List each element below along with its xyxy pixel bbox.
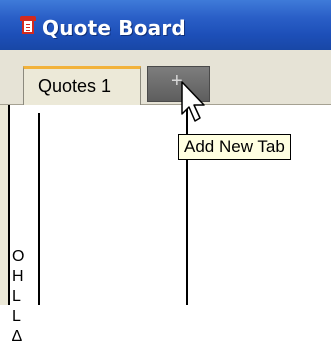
column-divider [38,113,40,305]
vertical-text: O H L L ∆ [12,247,34,347]
tab-quotes-1[interactable]: Quotes 1 [23,66,141,106]
vertical-letter: O [12,248,25,265]
vertical-letter: L [12,308,21,325]
tab-label: Quotes 1 [38,76,112,96]
vertical-letter: H [12,268,24,285]
add-tab-tooltip: Add New Tab [178,134,291,160]
mouse-pointer-icon [181,81,205,122]
window-title: Quote Board [42,16,186,40]
title-bar[interactable]: Quote Board [0,0,331,50]
notepad-icon[interactable] [20,16,36,34]
vertical-letter: L [12,288,21,305]
quote-board-window: Quote Board Quotes 1 + O H L L ∆ Add New… [0,0,331,345]
vertical-letter: ∆ [12,328,22,345]
